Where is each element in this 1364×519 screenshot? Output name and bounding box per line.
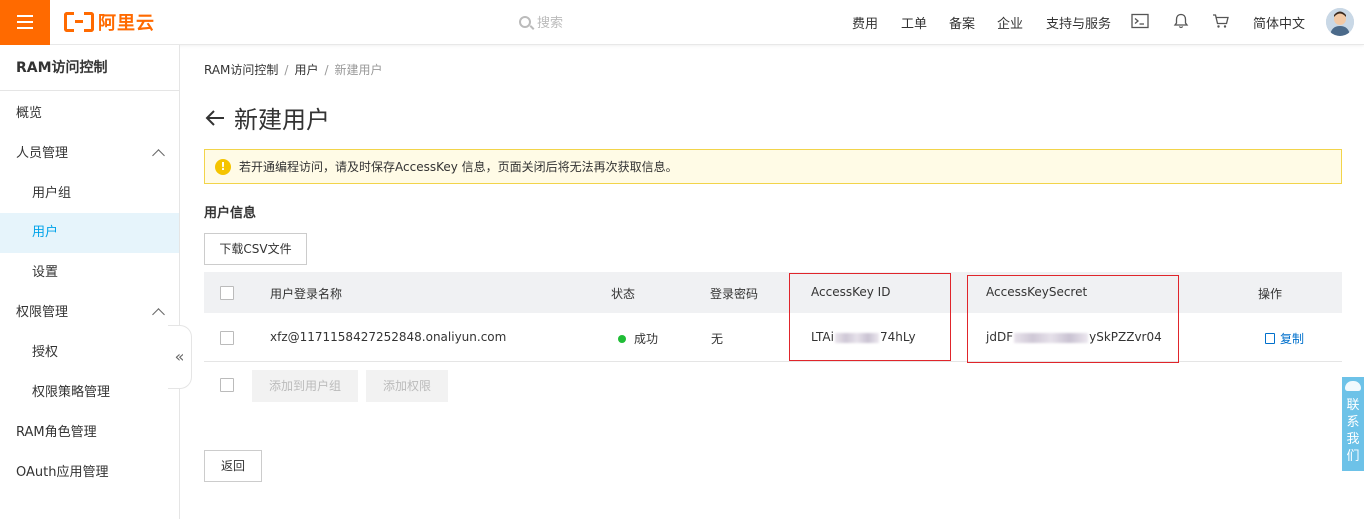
avatar-icon [1326,8,1354,36]
warning-icon: ! [215,158,231,175]
back-arrow-icon[interactable] [204,108,226,128]
terminal-icon[interactable] [1131,13,1149,29]
row-checkbox[interactable] [220,331,234,345]
sidebar-item-overview[interactable]: 概览 [0,94,179,134]
sidebar-item-permissions[interactable]: 权限管理 [0,293,179,333]
logo-mark-icon [64,12,94,32]
search-placeholder: 搜索 [537,16,564,31]
search-icon [519,15,531,28]
col-login-name: 用户登录名称 [270,287,343,301]
bell-icon[interactable] [1172,13,1190,29]
nav-enterprise[interactable]: 企业 [997,13,1023,32]
search-box[interactable]: 搜索 [519,12,563,31]
chat-icon [1345,381,1361,391]
cart-icon[interactable] [1212,13,1230,29]
breadcrumb-ram[interactable]: RAM访问控制 [204,63,278,77]
chevron-up-icon [152,149,165,162]
sidebar-collapse-button[interactable]: « [168,325,192,389]
sidebar-item-users[interactable]: 用户 [0,213,179,253]
chevron-up-icon [152,308,165,321]
download-csv-button[interactable]: 下载CSV文件 [204,233,307,265]
sidebar-item-settings[interactable]: 设置 [0,253,179,293]
breadcrumb: RAM访问控制 / 用户 / 新建用户 [204,63,383,77]
contact-us-button[interactable]: 联 系 我 们 [1342,377,1364,471]
highlight-access-key-id [789,273,951,361]
nav-ticket[interactable]: 工单 [901,13,927,32]
aliyun-logo[interactable]: 阿里云 [64,11,155,34]
copy-icon [1265,333,1275,344]
status-cell: 成功 [618,330,658,347]
sidebar-item-policies[interactable]: 权限策略管理 [0,373,179,413]
success-dot-icon [618,334,626,343]
sidebar: RAM访问控制 概览 人员管理 用户组 用户 设置 权限管理 授权 权限策略管理… [0,45,180,519]
sidebar-item-people[interactable]: 人员管理 [0,134,179,174]
col-status: 状态 [611,287,636,301]
password-cell: 无 [711,332,724,346]
nav-support[interactable]: 支持与服务 [1046,13,1111,32]
login-name: xfz@1171158427252848.onaliyun.com [270,330,507,344]
menu-icon [17,15,33,17]
sidebar-item-roles[interactable]: RAM角色管理 [0,413,179,453]
top-bar: 阿里云 搜索 费用 工单 备案 企业 支持与服务 简体中文 [0,0,1364,45]
nav-icp[interactable]: 备案 [949,13,975,32]
menu-button[interactable] [0,0,50,45]
page-title-text: 新建用户 [234,106,330,134]
section-title: 用户信息 [204,206,257,221]
col-actions: 操作 [1258,287,1283,301]
back-button[interactable]: 返回 [204,450,262,482]
add-permission-button[interactable]: 添加权限 [366,370,448,402]
alert-text: 若开通编程访问，请及时保存AccessKey 信息，页面关闭后将无法再次获取信息… [239,160,678,174]
sidebar-item-groups[interactable]: 用户组 [0,174,179,214]
col-password: 登录密码 [710,287,759,301]
breadcrumb-users[interactable]: 用户 [294,63,318,77]
bulk-select-checkbox[interactable] [220,378,234,392]
warning-alert: ! 若开通编程访问，请及时保存AccessKey 信息，页面关闭后将无法再次获取… [204,149,1342,184]
double-chevron-left-icon: « [174,347,185,366]
sidebar-item-oauth[interactable]: OAuth应用管理 [0,453,179,493]
brand-name: 阿里云 [98,13,155,34]
page-title: 新建用户 [204,100,330,135]
select-all-checkbox[interactable] [220,286,234,300]
breadcrumb-current: 新建用户 [334,63,383,77]
copy-link[interactable]: 复制 [1265,330,1304,347]
sidebar-item-grants[interactable]: 授权 [0,333,179,373]
sidebar-title: RAM访问控制 [0,45,179,91]
nav-billing[interactable]: 费用 [852,13,878,32]
language-switch[interactable]: 简体中文 [1253,13,1305,32]
user-avatar[interactable] [1326,8,1354,36]
highlight-access-key-secret [967,275,1179,363]
add-to-group-button[interactable]: 添加到用户组 [252,370,358,402]
